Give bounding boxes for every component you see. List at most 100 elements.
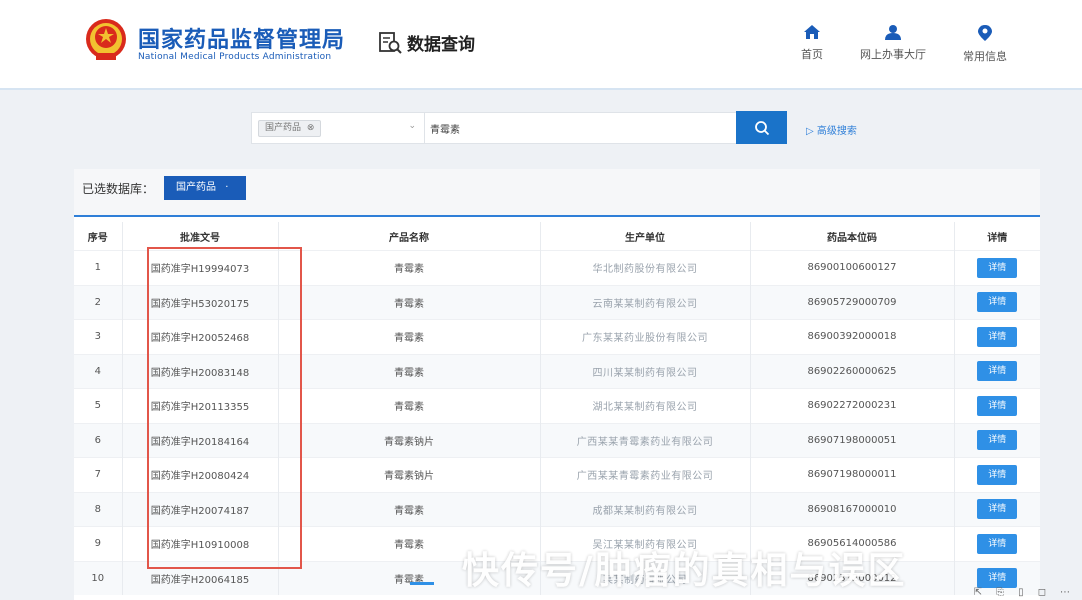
filter-chip[interactable]: 国产药品 · [164,176,246,200]
document-icon[interactable]: ▯ [1018,587,1024,598]
database-tag-label: 国产药品 [265,123,302,133]
cell-code: 86907198000011 [750,457,955,492]
cell-product: 青霉素钠片 [278,422,541,458]
detail-button[interactable]: 详情 [977,257,1018,278]
cell-no: 6 [74,422,123,458]
cell-no: 2 [74,284,123,320]
cell-code: 86908167000010 [750,491,955,527]
location-pin-icon [978,25,992,41]
cell-detail: 详情 [954,457,1040,492]
detail-button[interactable]: 详情 [977,326,1018,347]
detail-button[interactable]: 详情 [977,568,1018,589]
site-subtitle: National Medical Products Administration [138,52,332,62]
cell-product: 青霉素 [278,353,541,389]
cell-code: 86900392000018 [750,319,955,354]
cell-no: 8 [74,491,123,527]
copy-icon[interactable]: ⎘ [996,587,1004,598]
user-icon [885,25,901,40]
cell-product: 青霉素 [278,319,541,354]
filter-chip-label: 国产药品 [176,182,216,193]
watermark-text: 快传号/肿瘤的真相与误区 [462,549,907,592]
detail-button[interactable]: 详情 [977,361,1018,382]
detail-button[interactable]: 详情 [977,292,1018,313]
search-button[interactable] [736,111,787,144]
cell-maker: 广西某某青霉素药业有限公司 [540,457,751,492]
cell-code: 86902272000231 [750,388,955,423]
cell-maker: 云南某某制药有限公司 [540,284,751,320]
cell-no: 5 [74,388,123,423]
database-tag[interactable]: 国产药品 ⊗ [258,120,322,137]
search-icon [754,120,769,135]
cell-no: 9 [74,526,123,561]
advanced-search-link[interactable]: ▷ 高级搜索 [806,122,857,137]
data-query-link[interactable]: 数据查询 [378,30,475,55]
filter-icon: ▷ [806,126,814,137]
nav-online-hall-label: 网上办事大厅 [860,48,926,61]
cell-product: 青霉素 [278,388,541,423]
close-icon[interactable]: ⊗ [307,123,315,133]
highlight-annotation-box [147,247,302,569]
col-header-no[interactable]: 序号 [74,222,123,251]
advanced-search-label: 高级搜索 [816,126,857,137]
cell-no: 7 [74,457,123,492]
site-header: 国家药品监督管理局 National Medical Products Admi… [0,0,1082,90]
cell-code: 86900100600127 [750,250,955,285]
cell-maker: 成都某某制药有限公司 [540,491,751,527]
home-icon [804,25,820,39]
filter-bar: 已选数据库： 国产药品 · [74,169,1040,217]
detail-button[interactable]: 详情 [977,430,1018,451]
cell-maker: 四川某某制药有限公司 [540,353,751,389]
cell-no: 4 [74,353,123,389]
col-header-product[interactable]: 产品名称 [278,222,541,251]
database-select[interactable]: 国产药品 ⊗ ⌄ [252,113,425,143]
nav-common-info-label: 常用信息 [963,50,1007,63]
cell-detail: 详情 [954,388,1040,423]
detail-button[interactable]: 详情 [977,533,1018,554]
more-icon[interactable]: ⋯ [1060,587,1070,598]
cell-detail: 详情 [954,284,1040,320]
cell-maker: 湖北某某制药有限公司 [540,388,751,423]
pagination-indicator[interactable] [410,582,434,585]
cell-code: 86907198000051 [750,422,955,458]
cell-maker: 广西某某青霉素药业有限公司 [540,422,751,458]
nav-online-hall[interactable]: 网上办事大厅 [848,24,938,62]
document-search-icon [379,31,402,54]
chevron-down-icon[interactable]: ⌄ [408,121,416,131]
cell-detail: 详情 [954,250,1040,285]
detail-button[interactable]: 详情 [977,464,1018,485]
cell-product: 青霉素 [278,491,541,527]
cell-code: 86902260000625 [750,353,955,389]
national-emblem-icon [86,19,126,60]
col-header-code[interactable]: 药品本位码 [750,222,955,251]
detail-button[interactable]: 详情 [977,395,1018,416]
cell-maker: 华北制药股份有限公司 [540,250,751,285]
filter-label: 已选数据库： [82,182,155,196]
cell-product: 青霉素 [278,284,541,320]
cell-detail: 详情 [954,491,1040,527]
cell-product: 青霉素钠片 [278,457,541,492]
search-input[interactable] [430,113,730,143]
cell-maker: 广东某某药业股份有限公司 [540,319,751,354]
cell-detail: 详情 [954,319,1040,354]
cell-detail: 详情 [954,526,1040,561]
footer-toolbar: ⇱ ⎘ ▯ ◻ ⋯ [974,587,1070,598]
site-title[interactable]: 国家药品监督管理局 [138,22,345,54]
data-query-label: 数据查询 [407,35,475,55]
nav-home-label: 首页 [801,48,823,61]
chevron-down-icon: · [225,182,229,193]
search-bar: 国产药品 ⊗ ⌄ [251,112,787,144]
detail-button[interactable]: 详情 [977,499,1018,520]
col-header-detail: 详情 [954,222,1040,251]
col-header-maker[interactable]: 生产单位 [540,222,751,251]
cell-product: 青霉素 [278,250,541,285]
cell-detail: 详情 [954,422,1040,458]
cell-code: 86905729000709 [750,284,955,320]
nav-home[interactable]: 首页 [767,24,857,62]
nav-common-info[interactable]: 常用信息 [940,24,1030,64]
cell-no: 3 [74,319,123,354]
share-icon[interactable]: ⇱ [974,587,982,598]
chat-icon[interactable]: ◻ [1038,587,1046,598]
cell-detail: 详情 [954,353,1040,389]
cell-no: 1 [74,250,123,285]
cell-no: 10 [74,560,123,595]
